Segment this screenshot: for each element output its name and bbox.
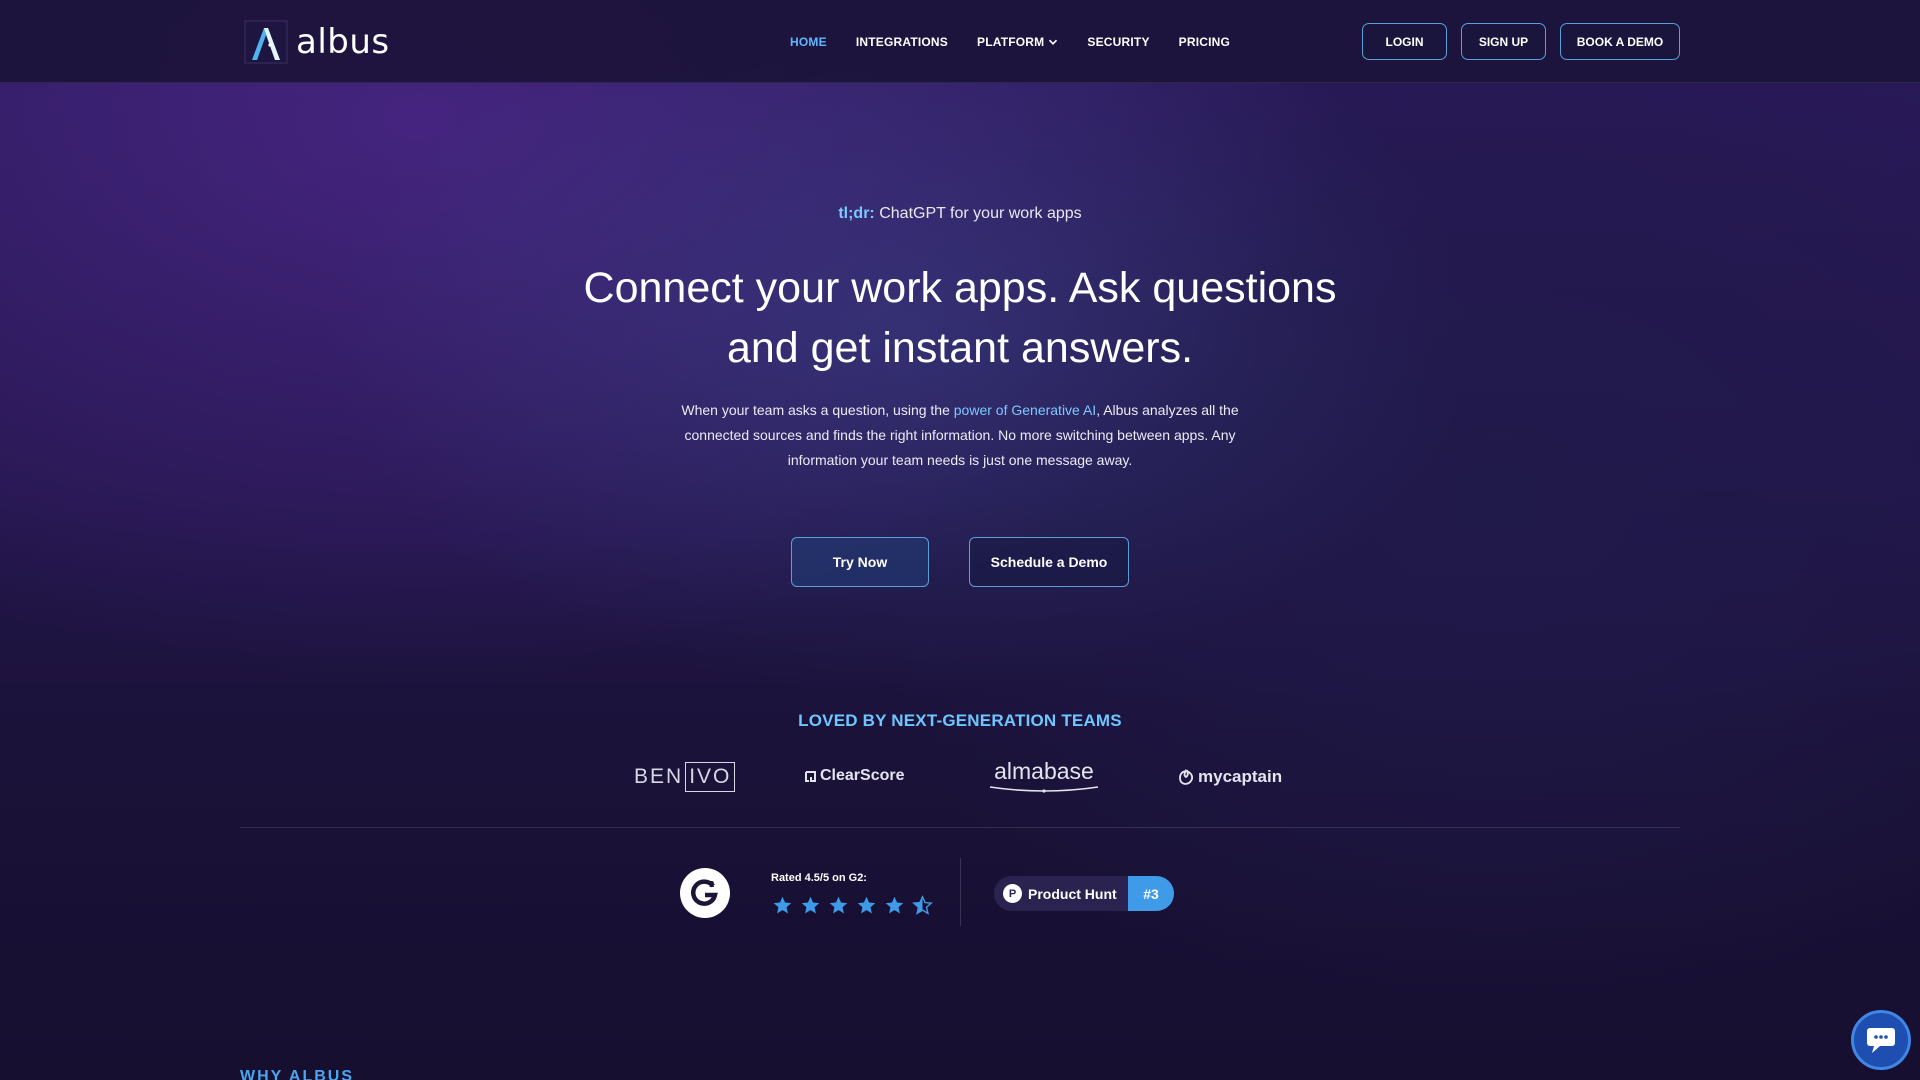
customers-heading: LOVED BY NEXT-GENERATION TEAMS [798, 711, 1122, 730]
g2-rating-label: Rated 4.5/5 on G2: [771, 872, 867, 884]
star-icon [801, 896, 820, 914]
g2-mark-icon: 2 [691, 879, 718, 906]
nav-platform-label: PLATFORM [977, 34, 1045, 49]
clearscore-logo-text: ClearScore [820, 767, 905, 784]
top-navbar: albus HOME INTEGRATIONS PLATFORM SECURIT… [0, 0, 1920, 83]
nav-pricing-label: PRICING [1178, 34, 1231, 49]
almabase-logo: almabase [988, 758, 1100, 794]
nav-home-label: HOME [790, 34, 827, 49]
g2-logo-icon[interactable]: 2 [680, 868, 730, 918]
hero-headline: Connect your work apps. Ask questions an… [583, 264, 1337, 372]
half-star-icon [912, 895, 933, 915]
svg-text:2: 2 [709, 880, 715, 889]
section-divider [240, 827, 1680, 828]
star-icon [829, 896, 848, 914]
nav-security[interactable]: SECURITY [1087, 35, 1149, 49]
why-albus-heading: WHY ALBUS [240, 1068, 354, 1080]
book-demo-button[interactable]: BOOK A DEMO [1560, 23, 1680, 60]
nav-integrations[interactable]: INTEGRATIONS [856, 35, 948, 49]
benivo-logo-text-b: IVO [685, 761, 736, 792]
benivo-logo-text-a: BEN [634, 764, 684, 788]
hero-tagline: tl;dr: ChatGPT for your work apps [0, 205, 1920, 223]
almabase-logo-text: almabase [994, 758, 1094, 784]
star-icon [857, 896, 876, 914]
product-hunt-badge[interactable]: P Product Hunt #3 [994, 876, 1174, 911]
benivo-logo: BEN IVO [634, 760, 736, 793]
customer-logos: BEN IVO ClearScore almabase mycaptain [0, 755, 1920, 805]
nav-security-label: SECURITY [1087, 34, 1150, 49]
tagline-text: ChatGPT for your work apps [874, 205, 1082, 222]
clearscore-logo: ClearScore [804, 767, 905, 785]
star-icon [885, 896, 904, 914]
main-nav: HOME INTEGRATIONS PLATFORM SECURITY PRIC… [790, 0, 1230, 83]
nav-home[interactable]: HOME [790, 35, 827, 49]
almabase-swoosh-icon [989, 786, 1099, 793]
product-hunt-label-wrap: P Product Hunt [994, 876, 1128, 911]
chat-widget-button[interactable] [1851, 1010, 1911, 1070]
brand-logo[interactable]: albus [244, 20, 390, 64]
login-button[interactable]: LOGIN [1362, 23, 1447, 60]
mycaptain-logo-text: mycaptain [1198, 767, 1283, 786]
desc-text-before: When your team asks a question, using th… [681, 402, 954, 418]
signup-button[interactable]: SIGN UP [1461, 23, 1546, 60]
schedule-demo-button[interactable]: Schedule a Demo [969, 537, 1129, 587]
clearscore-mark-icon [805, 770, 816, 782]
product-hunt-icon: P [1003, 884, 1022, 903]
ratings-divider [960, 858, 961, 926]
product-hunt-label: Product Hunt [1028, 885, 1117, 902]
chevron-down-icon [1049, 39, 1058, 45]
tagline-prefix: tl;dr: [838, 205, 875, 222]
nav-pricing[interactable]: PRICING [1179, 35, 1230, 49]
nav-integrations-label: INTEGRATIONS [855, 34, 948, 49]
star-icon [773, 896, 792, 914]
chat-icon [1867, 1028, 1895, 1053]
hero-description: When your team asks a question, using th… [680, 398, 1240, 473]
mycaptain-logo: mycaptain [1177, 767, 1282, 787]
albus-logo-icon [244, 20, 288, 64]
nav-platform[interactable]: PLATFORM [977, 35, 1058, 49]
g2-star-rating [772, 895, 933, 916]
generative-ai-link[interactable]: power of Generative AI [954, 402, 1096, 418]
mycaptain-mark-icon [1179, 768, 1194, 785]
try-now-button[interactable]: Try Now [791, 537, 929, 587]
product-hunt-rank: #3 [1128, 876, 1174, 911]
brand-name: albus [296, 22, 390, 62]
